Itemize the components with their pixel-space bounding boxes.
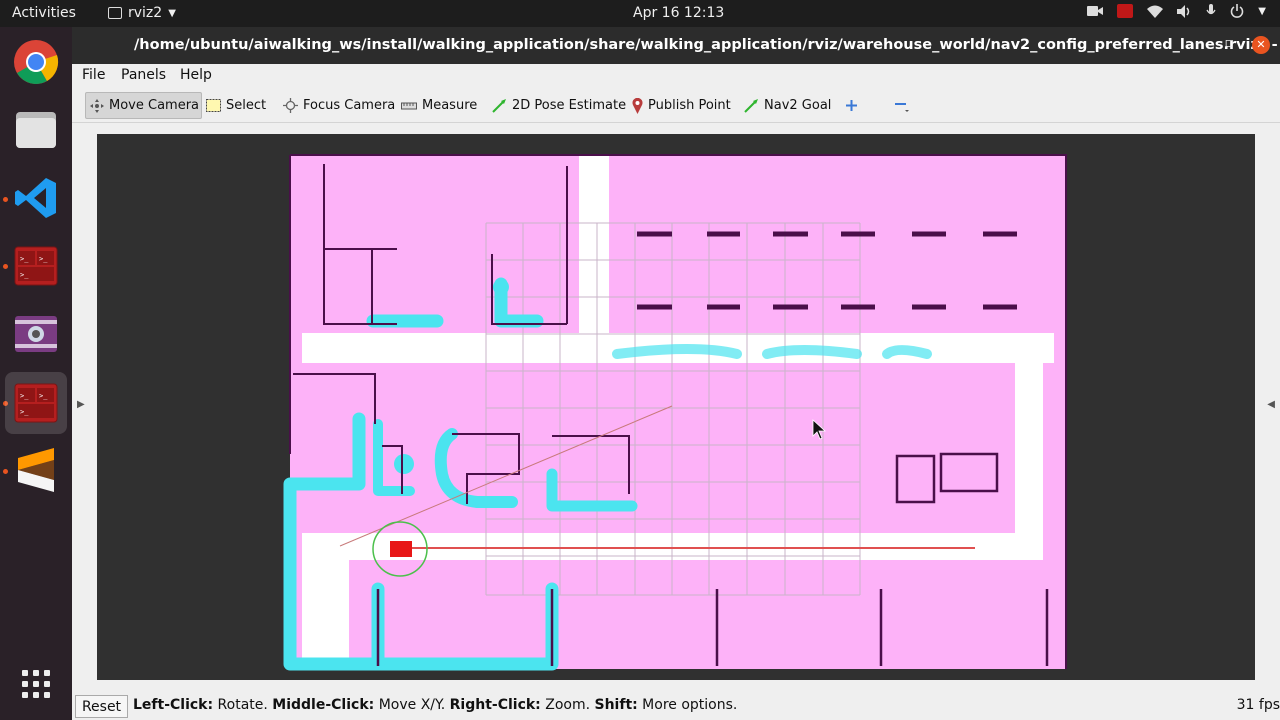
wifi-icon [1147,5,1164,18]
rviz-window: /home/ubuntu/aiwalking_ws/install/walkin… [72,27,1280,720]
menu-help[interactable]: Help [180,67,212,83]
global-costmap [290,155,1066,669]
window-title: /home/ubuntu/aiwalking_ws/install/walkin… [134,37,1280,53]
terminal-icon: >_ >_ >_ [14,383,58,423]
svg-text:>_: >_ [39,255,48,263]
focus-camera-tool[interactable]: Focus Camera [279,92,399,119]
terminal-launcher[interactable]: >_ >_ >_ [11,241,61,291]
measure-tool[interactable]: Measure [397,92,481,119]
status-shift-value: More options. [637,697,738,713]
camera-icon [1087,6,1104,16]
svg-text:>_: >_ [20,271,29,279]
menu-bar: File Panels Help [72,64,1280,88]
tools-toolbar: Move Camera Select Focus Camera Measure … [72,88,1280,123]
chevron-down-icon: ▼ [1258,5,1266,17]
app-menu[interactable]: rviz2 ▼ [108,5,176,21]
svg-text:>_: >_ [39,392,48,400]
power-icon [1231,4,1244,18]
dock: >_ >_ >_ >_ >_ >_ [0,27,72,720]
window-icon [108,7,122,19]
status-right-click-key: Right-Click: [449,697,541,713]
status-middle-click-key: Middle-Click: [272,697,375,713]
vscode-icon [15,178,56,218]
publish-point-tool[interactable]: Publish Point [628,92,735,119]
folder-icon [16,112,56,148]
reset-button[interactable]: Reset [75,695,128,718]
show-applications-button[interactable] [11,659,61,709]
activities-button[interactable]: Activities [12,5,76,21]
minus-icon [895,102,909,112]
system-tray[interactable]: ▼ [1087,4,1266,18]
ruler-icon [401,102,417,109]
chrome-icon [14,40,59,84]
clock[interactable]: Apr 16 12:13 [633,5,724,21]
status-left-click-value: Rotate. [213,697,273,713]
select-label: Select [226,98,267,113]
minimize-icon[interactable]: – [1195,35,1202,51]
chrome-launcher[interactable] [11,37,61,87]
terminal-launcher-active[interactable]: >_ >_ >_ [5,372,67,434]
collapse-left-panel-icon[interactable]: ▶ [77,399,85,410]
files-launcher[interactable] [11,105,61,155]
recording-indicator-icon[interactable] [1117,4,1134,18]
select-tool[interactable]: Select [202,92,270,119]
collapse-right-panel-icon[interactable]: ◀ [1267,399,1275,410]
2d-pose-estimate-tool[interactable]: 2D Pose Estimate [488,92,630,119]
2d-pose-estimate-label: 2D Pose Estimate [512,98,627,113]
menu-file[interactable]: File [82,67,105,83]
sublime-text-icon [18,448,54,492]
running-indicator [3,197,8,202]
add-tool-button[interactable] [841,92,862,119]
svg-text:>_: >_ [20,392,29,400]
video-recorder-launcher[interactable] [11,309,61,359]
status-left-click-key: Left-Click: [133,697,214,713]
goal-arrow-icon [744,99,758,113]
focus-camera-icon [283,98,298,113]
sublime-launcher[interactable] [11,445,61,495]
volume-icon [1177,4,1190,18]
status-bar: Reset Left-Click: Rotate. Middle-Click: … [72,693,1280,720]
pose-arrow-icon [492,99,506,113]
status-hint: Left-Click: Rotate. Middle-Click: Move X… [133,697,737,713]
plus-icon [846,100,857,111]
vscode-launcher[interactable] [11,173,61,223]
render-panel: ▶ ◀ [72,124,1280,690]
window-titlebar[interactable]: /home/ubuntu/aiwalking_ws/install/walkin… [72,27,1280,64]
app-grid-icon [22,670,50,698]
nav2-goal-label: Nav2 Goal [764,98,832,113]
running-indicator [3,264,8,269]
move-camera-label: Move Camera [109,98,200,113]
robot-marker [390,541,412,557]
measure-label: Measure [422,98,478,113]
film-camera-icon [15,316,57,352]
close-icon[interactable]: ✕ [1252,36,1270,54]
microphone-icon [1206,4,1216,15]
select-icon [206,99,221,112]
terminal-icon: >_ >_ >_ [14,246,58,286]
app-name: rviz2 [128,5,163,21]
running-indicator [3,469,8,474]
map-pin-icon [632,97,643,114]
nav2-goal-tool[interactable]: Nav2 Goal [740,92,835,119]
3d-viewport[interactable] [97,134,1255,680]
svg-text:>_: >_ [20,408,29,416]
remove-tool-button[interactable] [890,92,914,119]
move-camera-icon [90,98,104,113]
publish-point-label: Publish Point [648,98,731,113]
chevron-down-icon: ▼ [168,7,176,19]
restore-icon[interactable]: ▫ [1225,35,1235,51]
status-shift-key: Shift: [594,697,638,713]
svg-text:>_: >_ [20,255,29,263]
menu-panels[interactable]: Panels [121,67,166,83]
gnome-top-bar: Activities rviz2 ▼ Apr 16 12:13 ▼ [0,0,1280,27]
status-middle-click-value: Move X/Y. [374,697,450,713]
move-camera-tool[interactable]: Move Camera [85,92,202,119]
status-right-click-value: Zoom. [540,697,595,713]
focus-camera-label: Focus Camera [303,98,396,113]
fps-counter: 31 fps [1236,697,1280,713]
costmap-view [283,154,1067,671]
